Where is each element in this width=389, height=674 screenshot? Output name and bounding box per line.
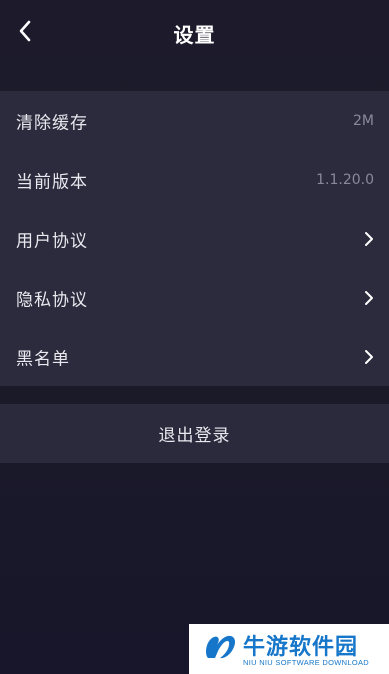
- settings-list: 清除缓存 2M 当前版本 1.1.20.0 用户协议 隐私协议 黑名单: [0, 91, 389, 386]
- watermark-subtitle: NIU NIU SOFTWARE DOWNLOAD: [243, 658, 369, 667]
- page-title: 设置: [173, 23, 216, 47]
- settings-item-clear-cache[interactable]: 清除缓存 2M: [0, 91, 389, 150]
- settings-item-label: 清除缓存: [16, 113, 88, 133]
- chevron-right-icon: [365, 349, 373, 364]
- watermark-title: 牛游软件园: [243, 635, 359, 660]
- watermark-logo-icon: [206, 635, 236, 659]
- cache-size-value: 2M: [353, 112, 374, 129]
- chevron-right-icon: [365, 290, 373, 305]
- settings-item-user-agreement[interactable]: 用户协议: [0, 209, 389, 268]
- top-bar: 设置: [0, 0, 389, 64]
- settings-item-label: 隐私协议: [16, 290, 88, 310]
- watermark: 牛游软件园 NIU NIU SOFTWARE DOWNLOAD: [189, 624, 389, 674]
- settings-item-label: 当前版本: [16, 172, 88, 192]
- settings-item-label: 黑名单: [16, 349, 70, 369]
- chevron-right-icon: [365, 231, 373, 246]
- settings-item-label: 用户协议: [16, 231, 88, 251]
- version-value: 1.1.20.0: [316, 171, 374, 188]
- logout-button[interactable]: 退出登录: [0, 404, 389, 463]
- settings-item-privacy-agreement[interactable]: 隐私协议: [0, 268, 389, 327]
- settings-item-current-version: 当前版本 1.1.20.0: [0, 150, 389, 209]
- logout-label: 退出登录: [158, 426, 231, 446]
- settings-item-blacklist[interactable]: 黑名单: [0, 327, 389, 386]
